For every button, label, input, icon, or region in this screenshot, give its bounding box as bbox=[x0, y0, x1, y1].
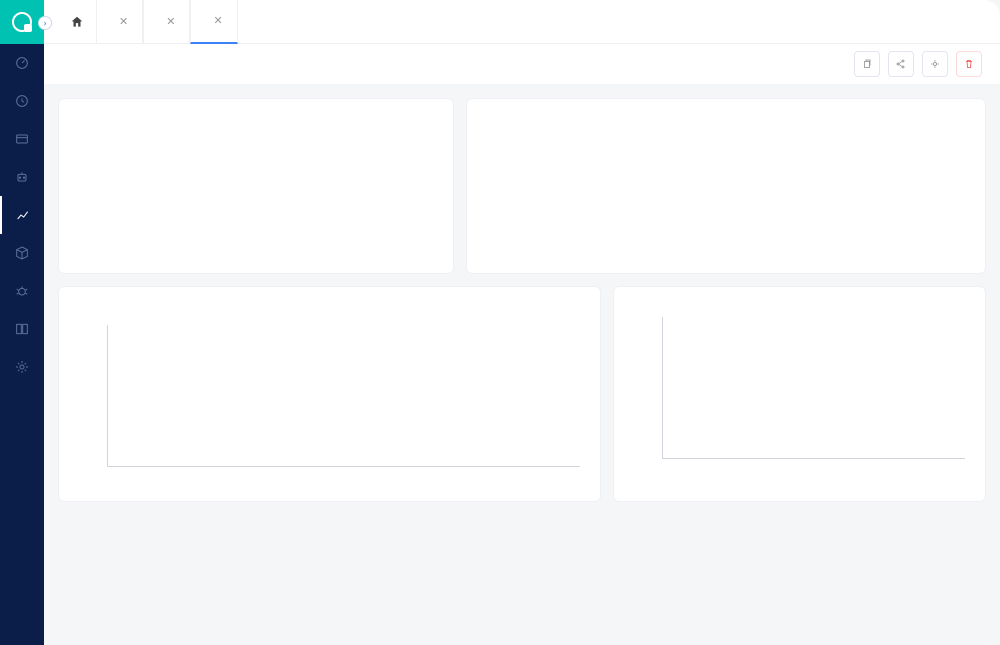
nav-dashboard[interactable] bbox=[0, 44, 44, 82]
device-card bbox=[466, 98, 986, 274]
job-chart bbox=[75, 325, 584, 485]
concurrency-card bbox=[613, 286, 986, 502]
nav-browser[interactable] bbox=[0, 120, 44, 158]
topbar: ✕ ✕ ✕ bbox=[44, 0, 1000, 44]
tab-auto-testing[interactable]: ✕ bbox=[190, 0, 237, 44]
main: ✕ ✕ ✕ bbox=[44, 0, 1000, 645]
content bbox=[44, 84, 1000, 645]
close-icon[interactable]: ✕ bbox=[166, 15, 175, 28]
delete-button[interactable] bbox=[956, 51, 982, 77]
nav-settings[interactable] bbox=[0, 348, 44, 386]
home-icon[interactable] bbox=[70, 15, 84, 29]
nav-analytics[interactable] bbox=[0, 196, 44, 234]
donut-chart bbox=[796, 115, 926, 245]
nav-layout[interactable] bbox=[0, 310, 44, 348]
subbar-actions bbox=[830, 51, 982, 77]
nav-package[interactable] bbox=[0, 234, 44, 272]
close-icon[interactable]: ✕ bbox=[119, 15, 128, 28]
nav-bug[interactable] bbox=[0, 272, 44, 310]
close-icon[interactable]: ✕ bbox=[213, 14, 222, 27]
job-trends-card bbox=[58, 286, 601, 502]
concurrency-chart bbox=[630, 317, 969, 477]
nav-history[interactable] bbox=[0, 82, 44, 120]
test-health-card bbox=[58, 98, 454, 274]
expand-sidebar-button[interactable]: › bbox=[38, 16, 52, 30]
share-button[interactable] bbox=[888, 51, 914, 77]
tab-falcon-team[interactable]: ✕ bbox=[143, 0, 190, 44]
nav-robot[interactable] bbox=[0, 158, 44, 196]
copy-button[interactable] bbox=[854, 51, 880, 77]
settings-button[interactable] bbox=[922, 51, 948, 77]
subbar bbox=[44, 44, 1000, 84]
tabs: ✕ ✕ ✕ bbox=[96, 0, 238, 44]
sidebar bbox=[0, 0, 44, 645]
tab-automation-analytics[interactable]: ✕ bbox=[96, 0, 143, 44]
